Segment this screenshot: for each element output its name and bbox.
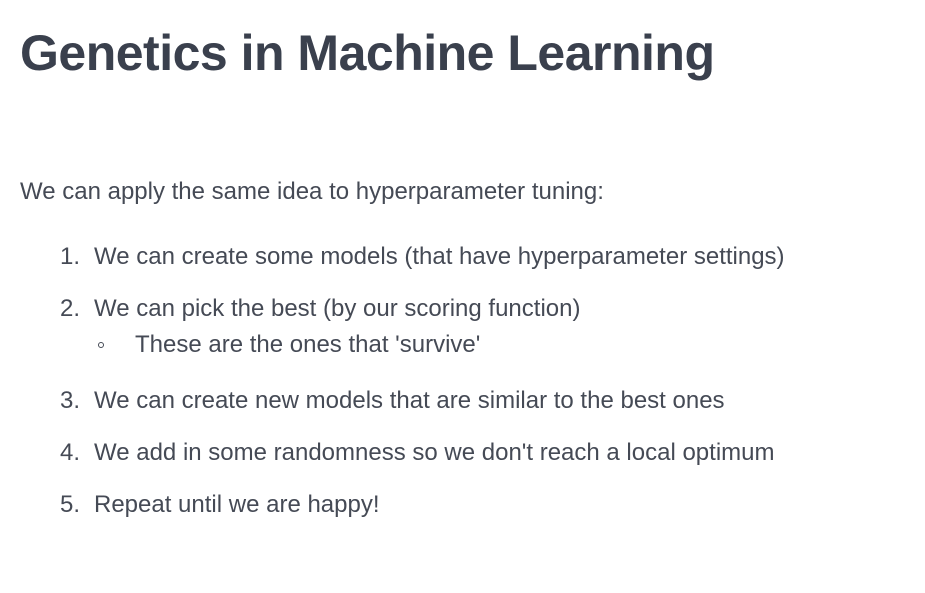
step-text: Repeat until we are happy!: [94, 491, 380, 518]
step-text: We add in some randomness so we don't re…: [94, 439, 775, 466]
step-number: 1.: [60, 243, 81, 270]
step-number: 3.: [60, 387, 81, 414]
step-text: We can create new models that are simila…: [94, 387, 725, 414]
step-number: 4.: [60, 439, 81, 466]
sub-item-text: These are the ones that 'survive': [135, 331, 481, 358]
step-number: 2.: [60, 295, 81, 322]
slide: Genetics in Machine Learning We can appl…: [0, 0, 925, 593]
hollow-circle-bullet-icon: [98, 342, 104, 348]
step-text: We can create some models (that have hyp…: [94, 243, 785, 270]
slide-title: Genetics in Machine Learning: [20, 25, 715, 81]
step-number: 5.: [60, 491, 81, 518]
intro-text: We can apply the same idea to hyperparam…: [20, 178, 604, 205]
step-text: We can pick the best (by our scoring fun…: [94, 295, 581, 322]
